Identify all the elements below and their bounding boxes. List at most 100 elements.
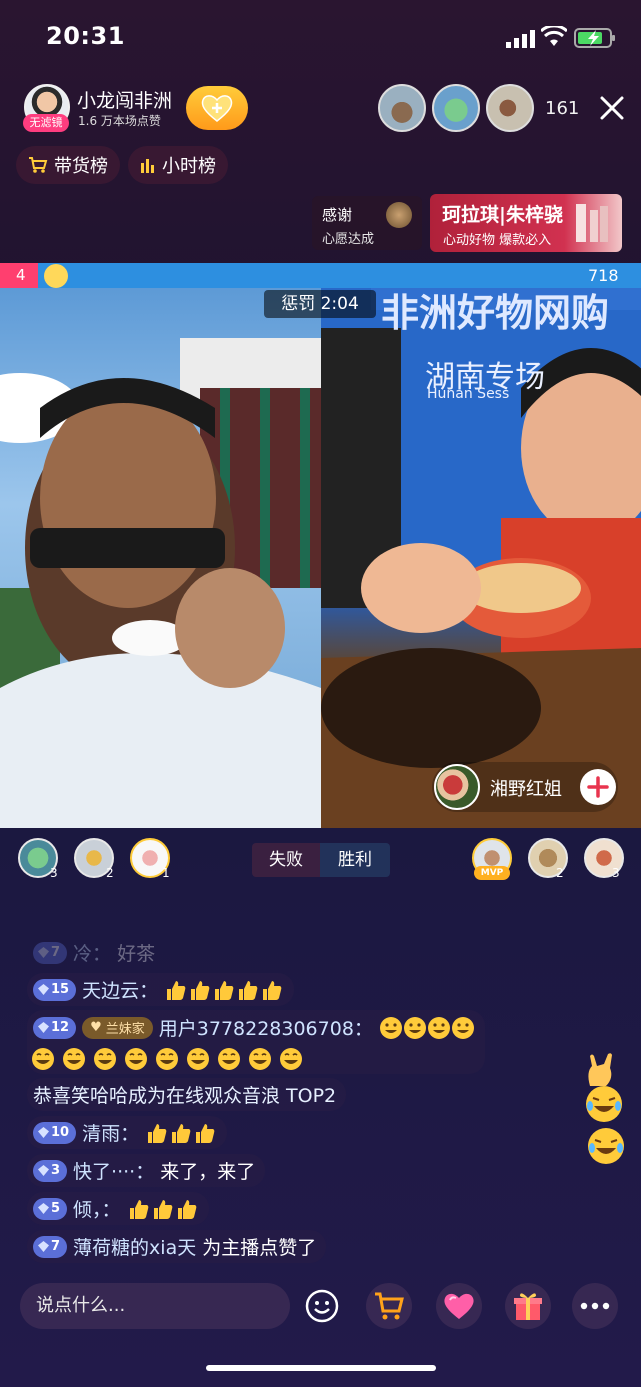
chat-text: 好茶: [117, 943, 156, 965]
opponent-follow-button[interactable]: [580, 769, 616, 805]
level-badge: 3: [33, 1159, 68, 1182]
gift-button[interactable]: [505, 1283, 551, 1329]
punishment-timer: 惩罚 2:04: [264, 290, 376, 318]
diamond-icon: [38, 947, 49, 958]
top-viewers[interactable]: [378, 84, 534, 132]
emoji-button[interactable]: [299, 1283, 345, 1329]
diamond-icon: [38, 1203, 49, 1214]
bar-chart-icon: [141, 159, 154, 173]
more-dots-icon: [580, 1302, 610, 1310]
shopping-cart-button[interactable]: [366, 1283, 412, 1329]
chat-message[interactable]: 10 清雨：: [27, 1116, 228, 1149]
home-indicator[interactable]: [206, 1365, 436, 1371]
chat-username[interactable]: 用户3778228306708：: [159, 1014, 373, 1041]
plus-icon: [587, 776, 609, 798]
close-icon[interactable]: [598, 94, 626, 122]
viewer-avatar[interactable]: [432, 84, 480, 132]
grin-emoji-icon: [187, 1048, 209, 1070]
smile-emoji-group: [379, 1016, 475, 1040]
left-supporter-rank: 3: [50, 866, 58, 880]
heart-plus-icon: [201, 95, 233, 122]
chat-username[interactable]: 薄荷糖的xia天: [73, 1233, 196, 1260]
grin-emoji-icon: [156, 1048, 178, 1070]
chat-message[interactable]: 7 冷： 好茶: [27, 936, 165, 969]
battery-charging-icon: [574, 28, 615, 48]
smile-emoji-icon: [451, 1016, 474, 1039]
viewer-count[interactable]: 161: [545, 98, 579, 119]
grin-emoji-icon: [32, 1048, 54, 1070]
heart-icon: ♥: [90, 1020, 102, 1035]
chat-message[interactable]: 15 天边云：: [27, 973, 295, 1006]
like-button[interactable]: [436, 1283, 482, 1329]
level-badge: 12: [33, 1016, 77, 1039]
chat-username[interactable]: 清雨：: [82, 1119, 139, 1146]
wish-title: 感谢: [322, 206, 353, 224]
chat-message[interactable]: 3 快了····： 来了，来了: [27, 1154, 266, 1187]
rock-hand-emoji-icon: [588, 1053, 612, 1086]
level-badge: 7: [33, 941, 68, 964]
more-button[interactable]: [572, 1283, 618, 1329]
chat-message[interactable]: 5 倾，：: [27, 1192, 209, 1225]
fan-club-badge: ♥ 兰妹家: [82, 1016, 153, 1039]
chat-username[interactable]: 快了····：: [73, 1157, 154, 1184]
promo-title: 珂拉琪|朱梓骁: [442, 204, 563, 226]
grin-emoji-icon: [280, 1048, 302, 1070]
host-likes: 1.6 万本场点赞: [78, 114, 161, 128]
opponent-host-avatar[interactable]: [434, 764, 480, 810]
wish-user-avatar: [386, 202, 412, 228]
pk-right-score: 718: [588, 266, 619, 285]
host-name[interactable]: 小龙闯非洲: [77, 86, 172, 113]
promo-subtitle: 心动好物 爆款必入: [443, 233, 552, 248]
goods-rank-button[interactable]: 带货榜: [16, 146, 120, 184]
cellular-signal-icon: [506, 30, 535, 48]
system-message: 恭喜笑哈哈成为在线观众音浪 TOP2: [27, 1078, 347, 1111]
viewer-avatar[interactable]: [378, 84, 426, 132]
thumbs-up-emoji-icon: [153, 1199, 172, 1219]
chat-message[interactable]: 7 薄荷糖的xia天 为主播点赞了: [27, 1230, 327, 1263]
right-supporter-rank: 3: [612, 866, 620, 880]
chat-username[interactable]: 冷：: [73, 939, 111, 966]
thumbs-up-emoji-icon: [148, 1123, 167, 1143]
thumbs-up-emoji-icon: [177, 1199, 196, 1219]
thumbs-up-emoji-icon: [263, 980, 282, 1000]
pk-left-score: 4: [16, 266, 26, 284]
cart-icon: [375, 1292, 404, 1320]
laughing-emoji-icon: [586, 1086, 622, 1122]
chat-username[interactable]: 倾，：: [73, 1195, 121, 1222]
left-supporter-rank: 2: [106, 866, 114, 880]
right-video-stream[interactable]: 非洲好物网购 湖南专场 Hunan Sess: [321, 288, 641, 828]
banner-english: Hunan Sess: [427, 386, 510, 402]
grin-emoji-icon: [125, 1048, 147, 1070]
wifi-icon: [541, 26, 567, 46]
heart-icon: [444, 1293, 474, 1319]
chat-text: 为主播点赞了: [202, 1237, 317, 1259]
thumbs-up-emoji-icon: [167, 980, 186, 1000]
grin-emoji-icon: [94, 1048, 116, 1070]
left-video-stream[interactable]: [0, 288, 321, 828]
grin-emoji-icon: [249, 1048, 271, 1070]
thumbs-up-emoji-icon: [191, 980, 210, 1000]
follow-button[interactable]: [186, 86, 248, 130]
diamond-icon: [38, 1022, 49, 1033]
result-fail-tag: 失败: [252, 843, 320, 877]
result-win-tag: 胜利: [320, 843, 390, 877]
mvp-badge: MVP: [474, 866, 510, 880]
chat-username[interactable]: 天边云：: [82, 976, 158, 1003]
system-message-text: 恭喜笑哈哈成为在线观众音浪 TOP2: [33, 1085, 337, 1107]
goods-rank-label: 带货榜: [54, 156, 108, 177]
crying-emoji-icon: [44, 264, 68, 288]
cart-icon: [29, 157, 48, 173]
chat-input[interactable]: 说点什么...: [20, 1283, 290, 1329]
thumbs-up-emoji-icon: [129, 1199, 148, 1219]
diamond-icon: [38, 1165, 49, 1176]
chat-message[interactable]: 12 ♥ 兰妹家 用户3778228306708：: [27, 1010, 485, 1074]
thumbs-up-emoji-icon: [215, 980, 234, 1000]
thumbs-up-emoji-icon: [172, 1123, 191, 1143]
diamond-icon: [38, 1127, 49, 1138]
chat-text: 来了，来了: [160, 1161, 256, 1183]
hourly-rank-label: 小时榜: [162, 156, 216, 177]
grin-emoji-group: [31, 1047, 475, 1071]
hourly-rank-button[interactable]: 小时榜: [128, 146, 228, 184]
opponent-host-name[interactable]: 湘野红姐: [490, 775, 562, 801]
viewer-avatar[interactable]: [486, 84, 534, 132]
